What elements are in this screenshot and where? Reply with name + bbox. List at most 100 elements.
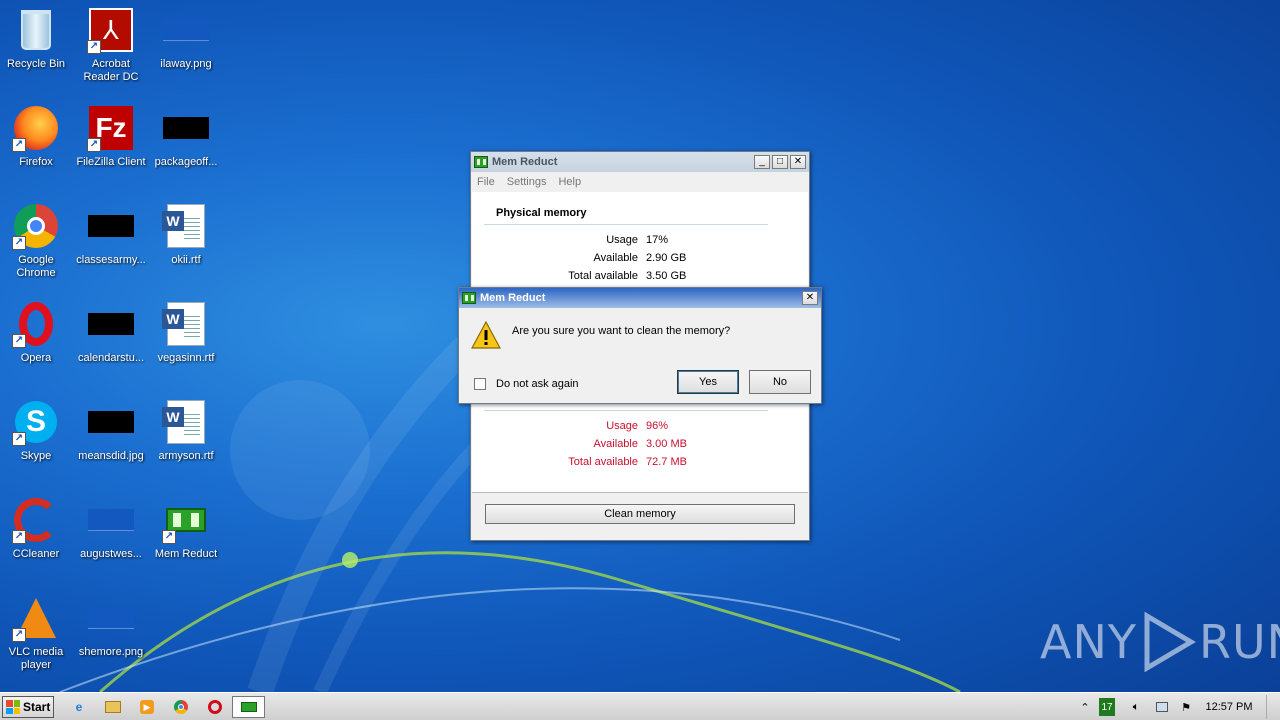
desktop-icon-label: Google Chrome [16,254,56,279]
minimize-button[interactable]: _ [754,155,770,169]
dialog-body: Are you sure you want to clean the memor… [459,308,821,403]
desktop-icon[interactable]: Recycle Bin [0,6,74,71]
clean-memory-button[interactable]: Clean memory [485,504,795,524]
desktop-icon-label: shemore.png [78,646,144,658]
skype-icon: S ↗ [12,398,60,446]
opera-taskbar-icon[interactable] [206,698,224,716]
memreduct-taskbar-icon [240,702,257,712]
desktop-icon[interactable]: ↗ Firefox [0,104,74,169]
desktop-icon-label: calendarstu... [77,352,145,364]
virtual-total-row: Total available 72.7 MB [472,456,808,470]
desktop-icon[interactable]: Warmyson.rtf [148,398,224,463]
desktop-icon-label: armyson.rtf [158,450,214,462]
desktop-icon[interactable]: Fz ↗ FileZilla Client [73,104,149,169]
no-button[interactable]: No [749,370,811,394]
maximize-button[interactable]: □ [772,155,788,169]
memreduct-app-icon [462,292,476,304]
memreduct-icon: ↗ [162,496,210,544]
confirm-dialog: Mem Reduct ✕ Are you sure you want to cl… [458,287,822,404]
shortcut-arrow-icon: ↗ [12,530,26,544]
desktop-icon[interactable]: calendarstu... [73,300,149,365]
shortcut-arrow-icon: ↗ [12,138,26,152]
word-doc-icon: W [162,300,210,348]
start-button[interactable]: Start [2,696,54,718]
chrome-taskbar-icon[interactable] [172,698,190,716]
shortcut-arrow-icon: ↗ [87,40,101,54]
shortcut-arrow-icon: ↗ [12,334,26,348]
image-file-icon [87,398,135,446]
image-file-icon [162,6,210,54]
dialog-close-button[interactable]: ✕ [802,291,818,305]
desktop-icon[interactable]: classesarmy... [73,202,149,267]
desktop-icon[interactable]: S ↗ Skype [0,398,74,463]
show-hidden-icons-button[interactable]: ⌃ [1078,698,1092,716]
volume-icon[interactable]: 🔈︎ [1128,698,1144,716]
shortcut-arrow-icon: ↗ [87,138,101,152]
do-not-ask-checkbox[interactable] [474,378,486,390]
desktop-icon[interactable]: packageoff... [148,104,224,169]
desktop-icon[interactable]: ↗ VLC media player [0,594,74,672]
desktop-icon[interactable]: ilaway.png [148,6,224,71]
vlc-icon: ↗ [12,594,60,642]
virtual-usage-value: 96% [646,420,669,432]
show-desktop-button[interactable] [1266,695,1278,719]
physical-total-row: Total available 3.50 GB [472,270,808,284]
dialog-message: Are you sure you want to clean the memor… [512,325,731,337]
main-window-title: Mem Reduct [492,156,558,168]
desktop-icon[interactable]: shemore.png [73,594,149,659]
desktop-icon-label: CCleaner [12,548,60,560]
desktop-icon[interactable]: Wokii.rtf [148,202,224,267]
section-divider [484,224,768,225]
desktop-icon-label: Mem Reduct [154,548,218,560]
desktop-icon[interactable]: ↗ CCleaner [0,496,74,561]
desktop-icon-label: classesarmy... [76,254,146,266]
ccleaner-icon: ↗ [12,496,60,544]
word-doc-icon: W [162,202,210,250]
desktop-icon[interactable]: augustwes... [73,496,149,561]
word-doc-icon: W [162,398,210,446]
acrobat-icon: ⅄ ↗ [87,6,135,54]
menu-help[interactable]: Help [558,176,581,188]
tray-badge[interactable]: 17 [1099,698,1115,716]
desktop-icon[interactable]: ↗ Mem Reduct [148,496,224,561]
internet-explorer-icon[interactable]: e [70,698,88,716]
close-button[interactable]: ✕ [790,155,806,169]
physical-usage-row: Usage 17% [472,234,808,248]
opera-icon: ↗ [12,300,60,348]
physical-usage-label: Usage [606,234,638,246]
taskbar: Start e ▶ ⌃ 17 🔈︎ ⚑ 12:57 PM [0,692,1280,720]
physical-usage-value: 17% [646,234,669,246]
desktop-icon[interactable]: ↗ Google Chrome [0,202,74,280]
footer-divider [472,492,808,493]
memreduct-taskbar-button[interactable] [232,696,265,718]
virtual-available-label: Available [593,438,638,450]
network-icon[interactable] [1154,698,1170,716]
do-not-ask-label[interactable]: Do not ask again [496,378,579,390]
action-center-flag-icon[interactable]: ⚑ [1178,698,1194,716]
desktop-icon[interactable]: ↗ Opera [0,300,74,365]
image-file-icon [87,300,135,348]
desktop-icon-label: ilaway.png [160,58,212,70]
desktop-icon[interactable]: meansdid.jpg [73,398,149,463]
virtual-usage-label: Usage [606,420,638,432]
virtual-total-label: Total available [568,456,638,468]
desktop-icon-label: FileZilla Client [76,156,146,168]
menu-settings[interactable]: Settings [507,176,547,188]
virtual-usage-row: Usage 96% [472,420,808,434]
file-explorer-icon[interactable] [104,698,122,716]
desktop-icon-label: Firefox [19,156,53,168]
desktop-icon-label: vegasinn.rtf [157,352,215,364]
start-label: Start [23,700,51,714]
menu-file[interactable]: File [477,176,495,188]
dialog-title: Mem Reduct [480,292,546,304]
media-player-icon[interactable]: ▶ [138,698,156,716]
main-window-titlebar[interactable]: Mem Reduct _ □ ✕ [471,152,809,172]
desktop-icon-label: packageoff... [154,156,218,168]
desktop-icon-label: Opera [20,352,52,364]
desktop-icon[interactable]: Wvegasinn.rtf [148,300,224,365]
desktop-icon[interactable]: ⅄ ↗ Acrobat Reader DC [73,6,149,84]
desktop-icon-label: meansdid.jpg [78,450,144,462]
clock[interactable]: 12:57 PM [1200,698,1258,716]
dialog-titlebar[interactable]: Mem Reduct ✕ [459,288,821,308]
yes-button[interactable]: Yes [677,370,739,394]
